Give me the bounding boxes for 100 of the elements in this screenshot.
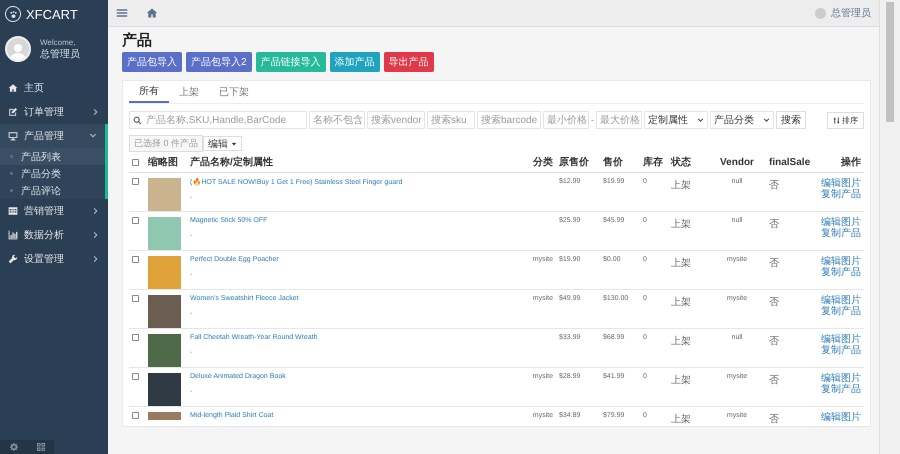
status-cell: 上架: [671, 258, 691, 269]
menu-icon: [116, 7, 128, 19]
final-sale-cell: 否: [769, 297, 779, 308]
chevron-down-icon: [89, 132, 97, 140]
column-header: 原售价: [556, 152, 600, 172]
status-cell: 上架: [671, 219, 691, 230]
status-cell: 上架: [671, 297, 691, 308]
vendor-field[interactable]: 搜索vendor: [367, 111, 425, 129]
submenu-item[interactable]: 产品评论: [0, 182, 105, 199]
sidebar-item[interactable]: 设置管理: [0, 247, 108, 271]
filter-select[interactable]: 定制属性: [644, 111, 708, 129]
row-checkbox[interactable]: [132, 373, 139, 380]
row-checkbox[interactable]: [132, 295, 139, 302]
status-cell: 上架: [671, 414, 691, 425]
column-header: 分类: [510, 152, 556, 172]
edit-dropdown[interactable]: 编辑: [203, 136, 242, 151]
sidebar-item[interactable]: 主页: [0, 76, 108, 100]
sort-arrows-icon: [833, 116, 840, 124]
max-price-field[interactable]: 最大价格: [596, 111, 642, 129]
scrollbar-thumb[interactable]: [886, 2, 894, 122]
status-cell: 上架: [671, 180, 691, 191]
submenu-item[interactable]: 产品分类: [0, 165, 105, 182]
final-sale-cell: 否: [769, 258, 779, 269]
monitor-icon: [8, 131, 18, 141]
sidebar-item[interactable]: 订单管理: [0, 100, 108, 124]
home-icon: [146, 7, 158, 19]
search-button[interactable]: 搜索: [776, 111, 806, 129]
home-icon: [8, 83, 18, 93]
action-link[interactable]: 编辑图片: [821, 178, 861, 189]
action-button[interactable]: 产品包导入2: [186, 52, 252, 72]
action-button[interactable]: 添加产品: [330, 52, 380, 72]
sidebar-item[interactable]: 产品管理: [0, 124, 105, 148]
row-checkbox[interactable]: [132, 412, 139, 419]
action-button[interactable]: 产品链接导入: [256, 52, 326, 72]
photo-placeholder: [148, 334, 181, 367]
row-checkbox[interactable]: [132, 256, 139, 263]
filter-tab[interactable]: 上架: [169, 82, 209, 102]
sidebar-item[interactable]: 数据分析: [0, 223, 108, 247]
photo-placeholder: [148, 256, 181, 289]
bar-chart-icon: [8, 230, 18, 240]
submenu-item[interactable]: 产品列表: [0, 148, 105, 165]
select-all-checkbox[interactable]: [132, 158, 139, 166]
sidebar-item[interactable]: 营销管理: [0, 199, 108, 223]
range-separator: -: [591, 115, 594, 125]
final-sale-cell: 否: [769, 375, 779, 386]
action-link[interactable]: 复制产品: [821, 384, 861, 395]
photo-placeholder: [148, 412, 181, 420]
user-name: 总管理员: [40, 48, 80, 60]
action-link[interactable]: 编辑图片: [821, 373, 861, 384]
filter-tab[interactable]: 所有: [129, 81, 169, 103]
column-header: Vendor: [708, 152, 766, 172]
edit-icon: [8, 107, 18, 117]
filter-select[interactable]: 产品分类: [710, 111, 774, 129]
action-link[interactable]: 复制产品: [821, 228, 861, 239]
selected-count: 已选择 0 件产品: [129, 135, 204, 152]
wrench-icon: [8, 254, 18, 264]
filter-tab[interactable]: 已下架: [209, 82, 259, 102]
row-checkbox[interactable]: [132, 217, 139, 224]
column-header: 状态: [668, 152, 708, 172]
final-sale-cell: 否: [769, 336, 779, 347]
action-link[interactable]: 编辑图片: [821, 256, 861, 267]
sku-field[interactable]: 搜索sku: [427, 111, 475, 129]
avatar-circle: [815, 8, 826, 18]
page-title: 产品: [122, 31, 153, 49]
paw-icon: [8, 10, 18, 18]
table-icon: [8, 206, 18, 216]
final-sale-cell: 否: [769, 414, 779, 425]
photo-placeholder: [148, 217, 181, 250]
column-header: 操作: [814, 152, 864, 172]
action-link[interactable]: 复制产品: [821, 345, 861, 356]
action-link[interactable]: 复制产品: [821, 189, 861, 200]
column-header: 产品名称/定制属性: [187, 152, 510, 172]
welcome-text: Welcome,: [40, 38, 76, 46]
chevron-down-icon: [763, 116, 770, 124]
chevron-right-icon: [92, 255, 100, 263]
action-link[interactable]: 复制产品: [821, 306, 861, 317]
column-header: 库存: [640, 152, 668, 172]
action-link[interactable]: 编辑图片: [821, 412, 861, 423]
exclude-field[interactable]: 名称不包含: [309, 111, 365, 129]
user-menu[interactable]: 总管理员: [831, 6, 871, 20]
chevron-right-icon: [92, 207, 100, 215]
sort-button[interactable]: 排序: [827, 112, 864, 128]
action-link[interactable]: 编辑图片: [821, 295, 861, 306]
action-button[interactable]: 产品包导入: [122, 52, 182, 72]
status-cell: 上架: [671, 375, 691, 386]
chevron-right-icon: [92, 231, 100, 239]
action-link[interactable]: 编辑图片: [821, 334, 861, 345]
row-checkbox[interactable]: [132, 178, 139, 185]
action-link[interactable]: 复制产品: [821, 267, 861, 278]
barcode-field[interactable]: 搜索barcode: [477, 111, 541, 129]
photo-placeholder: [148, 178, 181, 211]
action-link[interactable]: 编辑图片: [821, 217, 861, 228]
caret-down-icon: [231, 140, 238, 146]
final-sale-cell: 否: [769, 219, 779, 230]
action-button[interactable]: 导出产品: [384, 52, 434, 72]
min-price-field[interactable]: 最小价格: [543, 111, 589, 129]
photo-placeholder: [148, 373, 181, 406]
row-checkbox[interactable]: [132, 334, 139, 341]
chevron-down-icon: [697, 116, 704, 124]
final-sale-cell: 否: [769, 180, 779, 191]
